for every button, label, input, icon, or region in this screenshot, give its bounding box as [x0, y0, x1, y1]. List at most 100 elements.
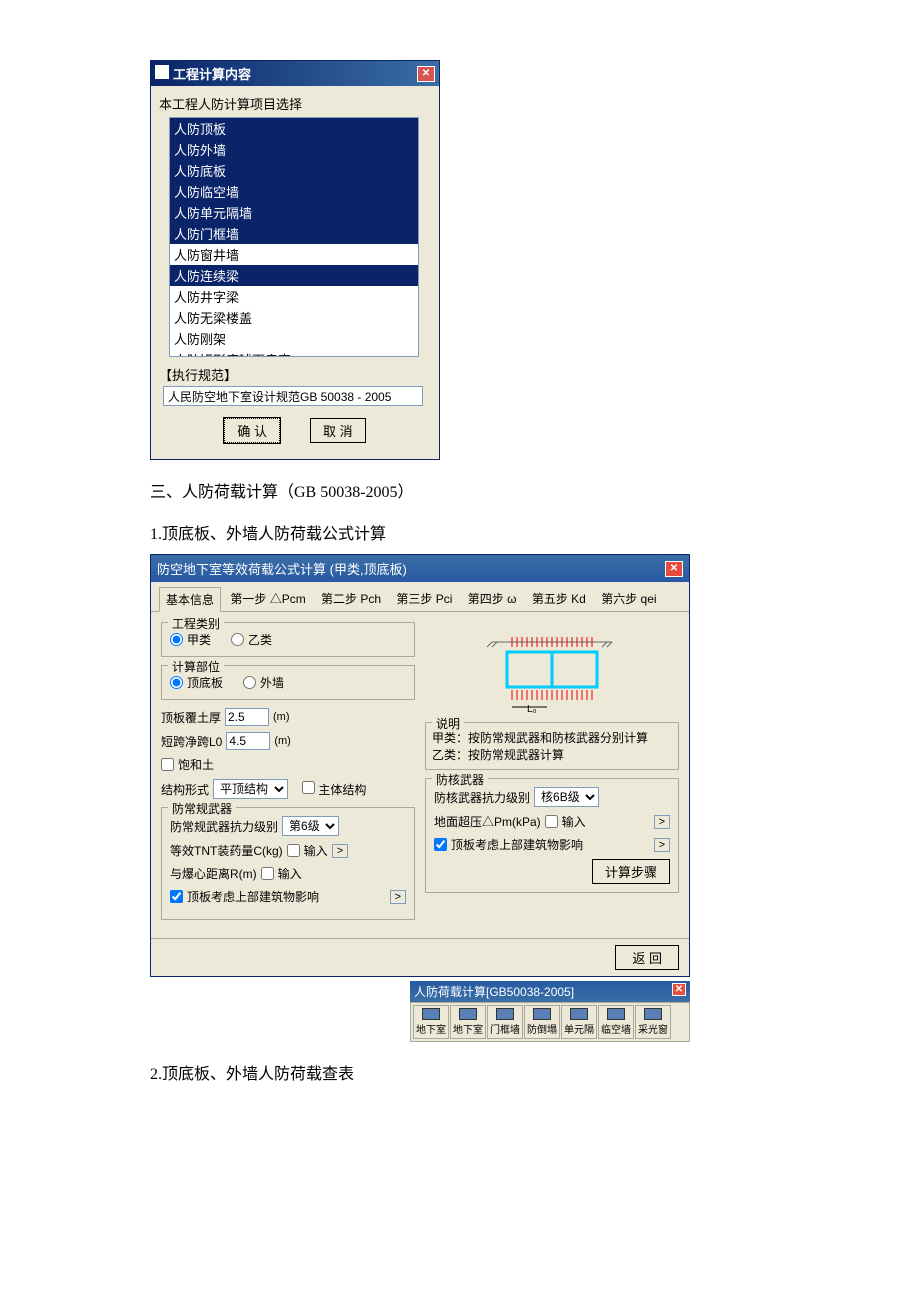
tb-basement-2[interactable]: 地下室: [450, 1005, 486, 1039]
tnt-input-checkbox[interactable]: [287, 844, 300, 857]
list-item[interactable]: 人防井字梁: [170, 286, 418, 307]
load-calc-dialog: 防空地下室等效荷载公式计算 (甲类,顶底板) ✕ 基本信息 第一步 △Pcm 第…: [150, 554, 690, 977]
radio-part-slab[interactable]: 顶底板: [170, 674, 223, 691]
tb-collapse[interactable]: 防倒塌: [524, 1005, 560, 1039]
dialog2-title: 防空地下室等效荷载公式计算 (甲类,顶底板): [157, 559, 407, 578]
tab-step5[interactable]: 第五步 Kd: [526, 587, 592, 610]
list-item[interactable]: 人防临空墙: [170, 181, 418, 202]
basement-icon: [459, 1008, 477, 1020]
thickness-input[interactable]: [225, 708, 269, 726]
tab-strip: 基本信息 第一步 △Pcm 第二步 Pch 第三步 Pci 第四步 ω 第五步 …: [151, 582, 689, 612]
group-title: 计算部位: [168, 658, 224, 675]
tab-step2[interactable]: 第二步 Pch: [315, 587, 387, 610]
group-title: 防常规武器: [168, 800, 236, 817]
tab-step3[interactable]: 第三步 Pci: [390, 587, 458, 610]
unit-m: (m): [274, 735, 291, 747]
dist-label: 与爆心距离R(m): [170, 865, 257, 882]
tab-basic[interactable]: 基本信息: [159, 587, 221, 612]
close-icon[interactable]: ✕: [665, 561, 683, 577]
pressure-input-checkbox[interactable]: [545, 815, 558, 828]
close-icon[interactable]: ✕: [417, 66, 435, 82]
radio-type-b[interactable]: 乙类: [231, 631, 272, 648]
description-box: 说明 甲类：按防常规武器和防核武器分别计算 乙类：按防常规武器计算: [425, 722, 679, 770]
structure-diagram: L₀: [425, 622, 679, 722]
titlebar: 工程计算内容 ✕: [151, 61, 439, 86]
toolbar-title: 人防荷载计算[GB50038-2005]: [414, 983, 574, 1000]
tb-airwall[interactable]: 临空墙: [598, 1005, 634, 1039]
desc-line1: 甲类：按防常规武器和防核武器分别计算: [432, 729, 672, 746]
list-item[interactable]: 人防底板: [170, 160, 418, 181]
radio-type-a[interactable]: 甲类: [170, 631, 211, 648]
titlebar2: 防空地下室等效荷载公式计算 (甲类,顶底板) ✕: [151, 555, 689, 582]
basement-icon: [422, 1008, 440, 1020]
tb-doorframe[interactable]: 门框墙: [487, 1005, 523, 1039]
list-item[interactable]: 人防刚架: [170, 328, 418, 349]
tab-step1[interactable]: 第一步 △Pcm: [224, 587, 311, 610]
conv-consider-checkbox[interactable]: [170, 890, 183, 903]
tb-basement-1[interactable]: 地下室: [413, 1005, 449, 1039]
unit-m: (m): [273, 711, 290, 723]
doorframe-icon: [496, 1008, 514, 1020]
conv-level-label: 防常规武器抗力级别: [170, 818, 278, 835]
tb-skylight[interactable]: 采光窗: [635, 1005, 671, 1039]
desc-line2: 乙类：按防常规武器计算: [432, 746, 672, 763]
project-content-dialog: 工程计算内容 ✕ 本工程人防计算项目选择 人防顶板 人防外墙 人防底板 人防临空…: [150, 60, 440, 460]
project-listbox[interactable]: 人防顶板 人防外墙 人防底板 人防临空墙 人防单元隔墙 人防门框墙 人防窗井墙 …: [169, 117, 419, 357]
app-icon: [155, 65, 169, 79]
sub-1-heading: 1.顶底板、外墙人防荷载公式计算: [150, 520, 770, 544]
expand-button[interactable]: >: [654, 838, 670, 852]
expand-button[interactable]: >: [654, 815, 670, 829]
group-title: 工程类别: [168, 615, 224, 632]
main-struct-checkbox[interactable]: [302, 781, 315, 794]
project-type-group: 工程类别 甲类 乙类: [161, 622, 415, 657]
list-item[interactable]: 人防连续梁: [170, 265, 418, 286]
spec-label: 【执行规范】: [159, 365, 431, 384]
pressure-label: 地面超压△Pm(kPa): [434, 813, 541, 830]
saturated-checkbox[interactable]: 饱和土: [161, 756, 415, 773]
expand-button[interactable]: >: [332, 844, 348, 858]
tnt-label: 等效TNT装药量C(kg): [170, 842, 283, 859]
spec-field[interactable]: [163, 386, 423, 406]
tab-step4[interactable]: 第四步 ω: [462, 587, 523, 610]
nuke-level-select[interactable]: 核6B级: [534, 787, 599, 807]
tb-unit[interactable]: 单元隔: [561, 1005, 597, 1039]
thickness-label: 顶板覆土厚: [161, 709, 221, 726]
expand-button[interactable]: >: [390, 890, 406, 904]
section-3-heading: 三、人防荷载计算（GB 50038-2005）: [150, 478, 770, 502]
dialog1-title: 工程计算内容: [173, 67, 251, 82]
list-item[interactable]: 人防矩形底球面扁壳: [170, 349, 418, 357]
calc-step-button[interactable]: 计算步骤: [592, 859, 670, 884]
dialog1-heading: 本工程人防计算项目选择: [159, 94, 431, 113]
load-calc-toolbar: 人防荷载计算[GB50038-2005] ✕ 地下室 地下室 门框墙 防倒塌 单…: [410, 981, 690, 1042]
list-item[interactable]: 人防窗井墙: [170, 244, 418, 265]
diagram-l0-label: L₀: [527, 704, 537, 715]
list-item[interactable]: 人防外墙: [170, 139, 418, 160]
back-button[interactable]: 返 回: [615, 945, 679, 970]
close-icon[interactable]: ✕: [672, 983, 686, 996]
tab-step6[interactable]: 第六步 qei: [595, 587, 662, 610]
list-item[interactable]: 人防无梁楼盖: [170, 307, 418, 328]
span-input[interactable]: [226, 732, 270, 750]
airwall-icon: [607, 1008, 625, 1020]
struct-label: 结构形式: [161, 781, 209, 798]
skylight-icon: [644, 1008, 662, 1020]
conventional-weapon-group: 防常规武器 防常规武器抗力级别 第6级 等效TNT装药量C(kg) 输入 > 与…: [161, 807, 415, 920]
conv-level-select[interactable]: 第6级: [282, 816, 339, 836]
unit-icon: [570, 1008, 588, 1020]
ok-button[interactable]: 确 认: [224, 418, 280, 443]
calc-part-group: 计算部位 顶底板 外墙: [161, 665, 415, 700]
nuke-level-label: 防核武器抗力级别: [434, 789, 530, 806]
list-item[interactable]: 人防单元隔墙: [170, 202, 418, 223]
struct-select[interactable]: 平顶结构: [213, 779, 288, 799]
list-item[interactable]: 人防顶板: [170, 118, 418, 139]
list-item[interactable]: 人防门框墙: [170, 223, 418, 244]
group-title: 防核武器: [432, 771, 488, 788]
span-label: 短跨净跨L0: [161, 733, 222, 750]
nuke-consider-checkbox[interactable]: [434, 838, 447, 851]
cancel-button[interactable]: 取 消: [310, 418, 366, 443]
collapse-icon: [533, 1008, 551, 1020]
sub-2-heading: 2.顶底板、外墙人防荷载查表: [150, 1060, 770, 1084]
dist-input-checkbox[interactable]: [261, 867, 274, 880]
toolbar-title-bar: 人防荷载计算[GB50038-2005] ✕: [410, 981, 690, 1002]
radio-part-wall[interactable]: 外墙: [243, 674, 284, 691]
